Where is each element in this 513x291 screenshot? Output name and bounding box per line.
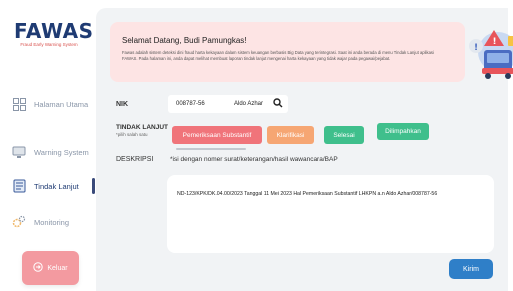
logout-icon	[33, 259, 44, 277]
sidebar-item-label: Halaman Utama	[34, 99, 89, 109]
deskripsi-label: DESKRIPSI	[116, 156, 154, 163]
sidebar-item-tindak-lanjut[interactable]: Tindak Lanjut	[12, 174, 96, 198]
deskripsi-value: ND-123/KPK/DK.04.00/2023 Tanggal 11 Mei …	[177, 191, 438, 197]
search-button[interactable]	[270, 96, 286, 112]
selected-option-underline	[176, 148, 246, 150]
option-klarifikasi[interactable]: Klarifikasi	[267, 126, 314, 144]
logout-label: Keluar	[47, 264, 68, 272]
fawas-logo: FAWAS Fraud Early Warning System	[14, 19, 94, 48]
main-panel: Selamat Datang, Budi Pamungkas! Fawas ad…	[96, 8, 513, 291]
tindak-lanjut-hint: *pilih salah satu	[116, 132, 148, 137]
welcome-description: Fawas adalah sistem deteksi dini fraud h…	[122, 50, 434, 61]
sidebar: FAWAS Fraud Early Warning System Halaman…	[0, 0, 96, 291]
kirim-button[interactable]: Kirim	[449, 259, 493, 279]
monitor-icon	[12, 145, 26, 159]
sidebar-item-label: Warning System	[34, 147, 89, 157]
option-selesai[interactable]: Selesai	[324, 126, 364, 144]
sidebar-item-label: Monitoring	[34, 217, 70, 227]
sidebar-item-halaman-utama[interactable]: Halaman Utama	[12, 92, 96, 116]
deskripsi-textarea[interactable]: ND-123/KPK/DK.04.00/2023 Tanggal 11 Mei …	[167, 175, 494, 253]
logo-tagline: Fraud Early Warning System	[20, 42, 78, 47]
logout-button[interactable]: Keluar	[22, 251, 79, 285]
document-list-icon	[12, 179, 26, 193]
nik-name: Aldo Azhar	[234, 101, 264, 107]
tindak-lanjut-label: TINDAK LANJUT	[116, 124, 168, 131]
active-indicator	[92, 178, 95, 194]
svg-text:!: !	[474, 43, 478, 53]
deskripsi-hint: *isi dengan nomer surat/keterangan/hasil…	[170, 156, 338, 163]
logo-text: FAWAS	[14, 19, 94, 43]
grid-icon	[12, 97, 26, 111]
app-window: FAWAS Fraud Early Warning System Halaman…	[0, 0, 513, 291]
search-icon	[273, 95, 283, 113]
option-dilimpahkan[interactable]: Dilimpahkan	[377, 123, 429, 140]
gear-cluster-icon	[12, 215, 26, 229]
nik-label: NIK	[116, 101, 129, 108]
sidebar-item-warning-system[interactable]: Warning System	[12, 140, 96, 164]
welcome-banner: Selamat Datang, Budi Pamungkas! Fawas ad…	[110, 22, 513, 82]
nik-value: 008787-56	[176, 101, 205, 107]
sidebar-item-label: Tindak Lanjut	[34, 181, 79, 191]
sidebar-item-monitoring[interactable]: Monitoring	[12, 210, 96, 234]
welcome-title: Selamat Datang, Budi Pamungkas!	[122, 36, 247, 45]
option-pemeriksaan-substantif[interactable]: Pemeriksaan Substantif	[172, 126, 262, 144]
svg-text:!: !	[493, 37, 497, 47]
alert-truck-illustration: ! !	[468, 28, 513, 84]
